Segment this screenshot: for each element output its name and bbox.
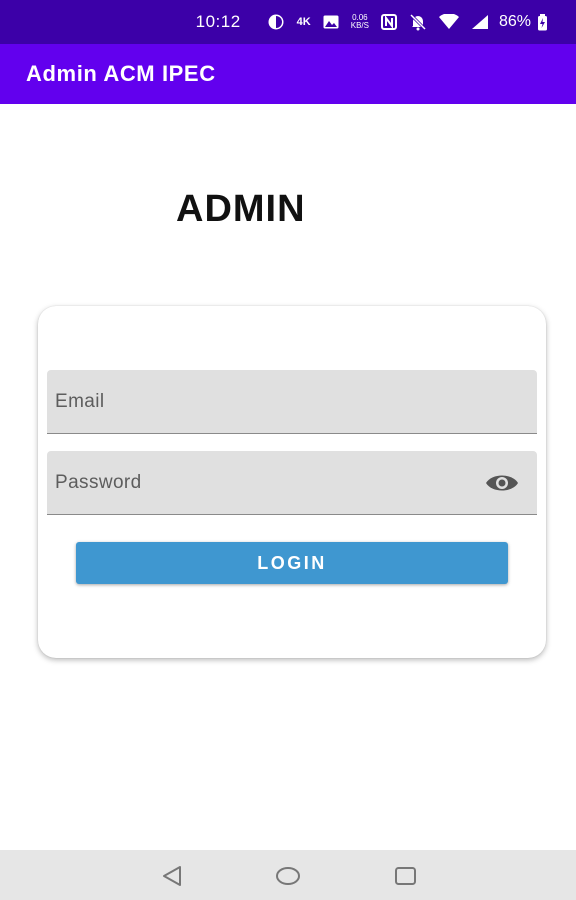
signal-icon [471, 12, 489, 32]
email-input[interactable] [55, 390, 455, 413]
nav-bar [0, 850, 576, 900]
page-title: ADMIN [176, 188, 306, 230]
speed-unit: KB/S [350, 21, 369, 30]
home-icon[interactable] [276, 865, 300, 887]
status-bar: 10:12 4K 0.06 KB/S 86% [0, 0, 576, 44]
nfc-icon [380, 12, 397, 32]
email-field[interactable] [47, 370, 537, 434]
battery-icon [537, 12, 548, 32]
login-button[interactable]: LOGIN [76, 542, 508, 584]
back-icon[interactable] [160, 865, 184, 887]
app-bar: Admin ACM IPEC [0, 44, 576, 104]
speed-icon: 0.06 KB/S [351, 12, 369, 32]
wifi-icon [438, 12, 459, 32]
password-input[interactable] [55, 471, 455, 494]
battery-percent: 86% [498, 13, 531, 30]
password-field[interactable] [47, 451, 537, 515]
app-title: Admin ACM IPEC [26, 61, 216, 86]
eye-icon[interactable] [485, 471, 519, 495]
data-saver-icon [267, 12, 285, 32]
login-card: LOGIN [38, 306, 546, 658]
4k-icon: 4K [296, 16, 311, 28]
mute-icon [409, 12, 427, 32]
status-time: 10:12 [195, 12, 241, 31]
recents-icon[interactable] [394, 865, 418, 887]
image-icon [323, 12, 339, 32]
